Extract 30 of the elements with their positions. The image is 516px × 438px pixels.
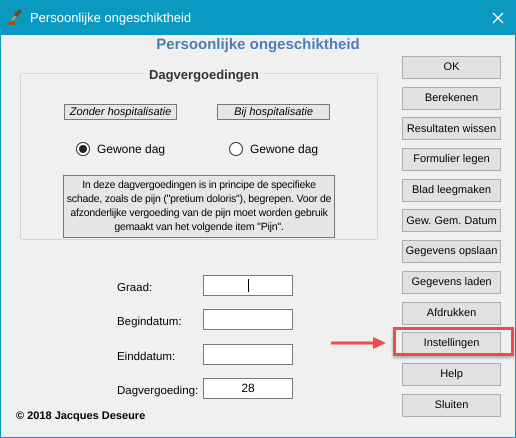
action-button[interactable]: OK [402, 56, 501, 79]
close-icon[interactable] [492, 12, 504, 24]
radio-button[interactable]: Gewone dag [229, 140, 330, 158]
field-label: Graad: [117, 281, 154, 296]
radio-button[interactable]: Gewone dag [76, 140, 177, 158]
action-button[interactable]: Gegevens opslaan [402, 240, 501, 264]
action-button[interactable]: Afdrukken [402, 302, 501, 324]
gavel-icon [6, 9, 24, 27]
section-label: Bij hospitalisatie [217, 104, 330, 120]
input-field[interactable] [203, 309, 293, 330]
action-button[interactable]: Gew. Gem. Datum [402, 209, 501, 232]
action-button[interactable]: Gegevens laden [402, 270, 501, 294]
section-label: Zonder hospitalisatie [64, 104, 177, 120]
field-label: Einddatum: [117, 350, 176, 364]
field-label: Dagvergoeding: [117, 384, 200, 399]
window-title: Persoonlijke ongeschiktheid [30, 9, 192, 28]
input-field[interactable] [203, 344, 293, 365]
action-button[interactable]: Blad leegmaken [402, 178, 501, 202]
action-button[interactable]: Sluiten [402, 394, 501, 417]
copyright-text: © 2018 Jacques Deseure [16, 408, 146, 424]
info-note: In deze dagvergoedingen is in principe de specifieke schade, zoals de pijn ("pretium doloris"), begrepen. Voor de afzonderlijke vergoeding van de pijn moet worden gebruik gemaakt van het volgende item "Pijn". [63, 175, 335, 238]
action-button[interactable]: Resultaten wissen [402, 117, 501, 140]
callout-arrow [331, 337, 386, 350]
field-label: Begindatum: [117, 315, 183, 330]
action-button[interactable]: Help [402, 362, 501, 386]
form-heading: Persoonlijke ongeschiktheid [156, 35, 360, 56]
action-button[interactable]: Formulier legen [402, 148, 501, 172]
input-field[interactable]: 28 [203, 378, 293, 399]
input-field[interactable] [203, 275, 293, 296]
action-button[interactable]: Berekenen [402, 86, 501, 110]
